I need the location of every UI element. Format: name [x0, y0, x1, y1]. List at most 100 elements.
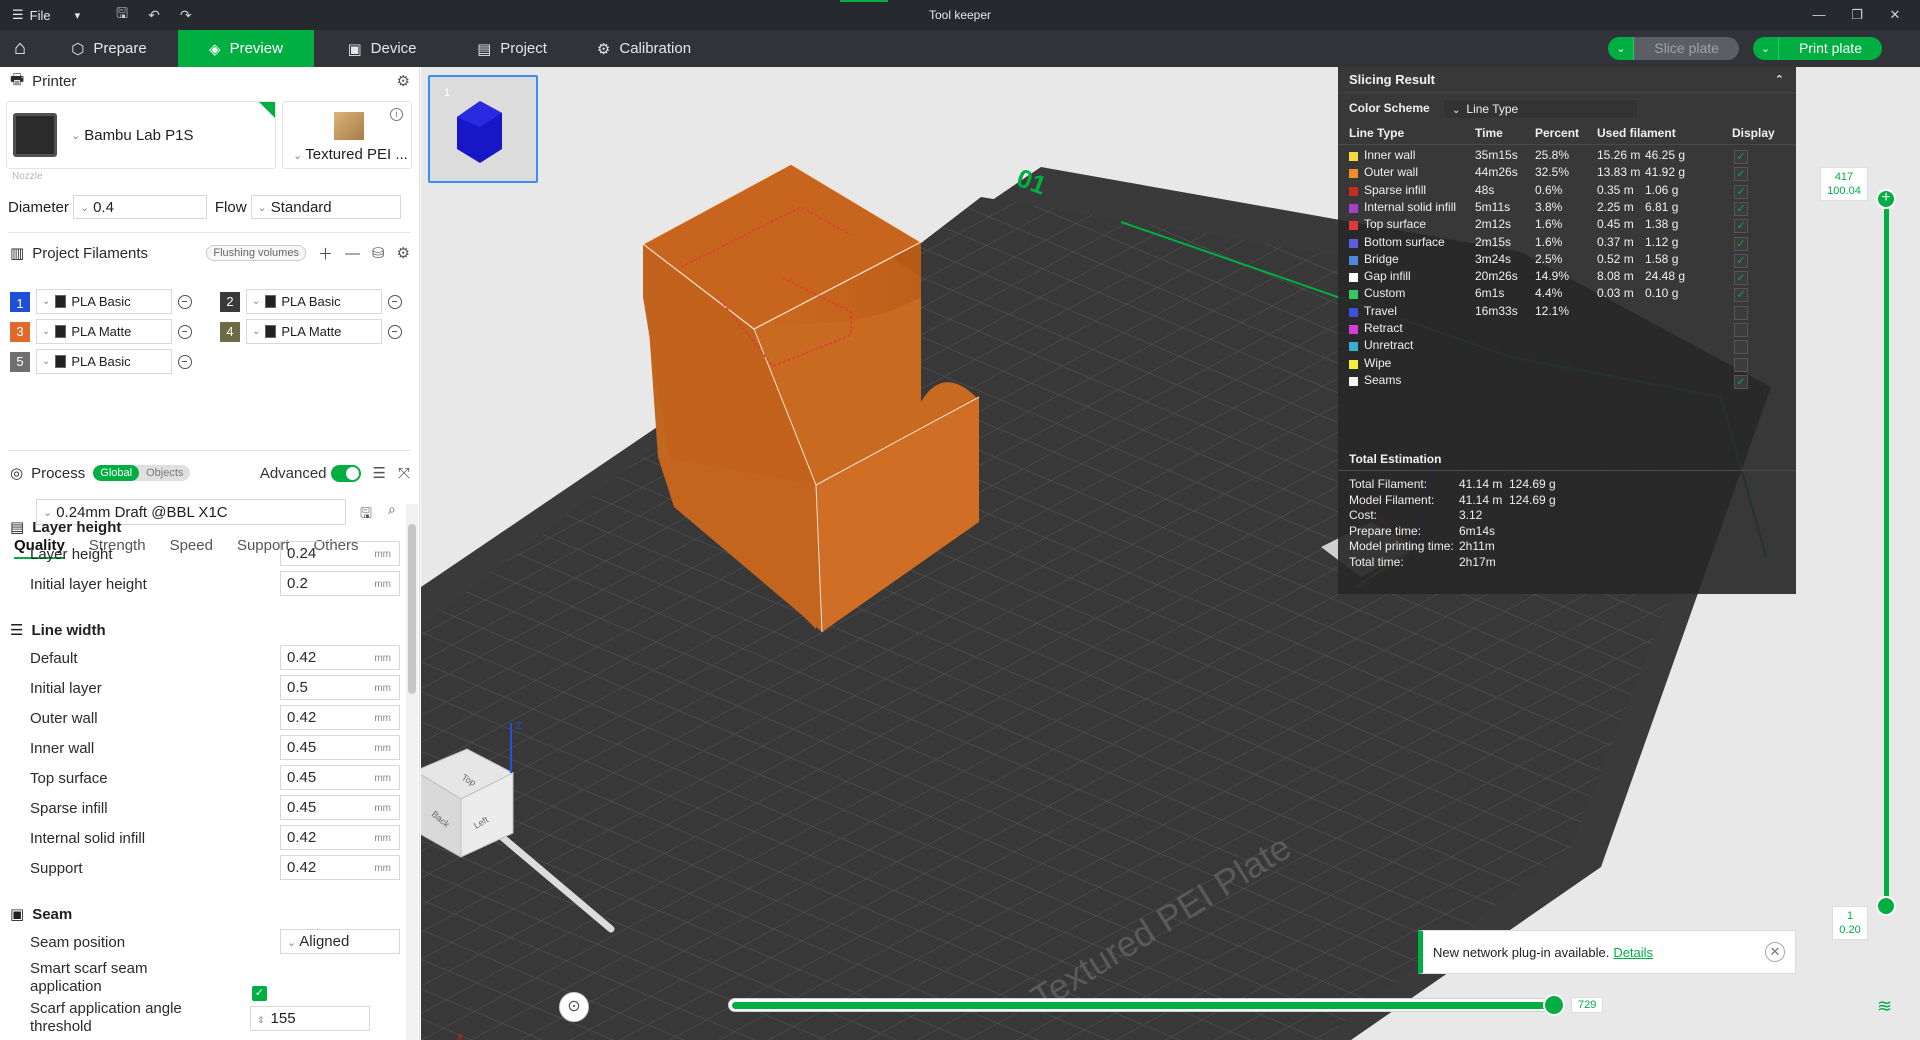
notification-details-link[interactable]: Details: [1613, 945, 1653, 960]
total-label: Cost:: [1349, 508, 1378, 522]
filament-select[interactable]: ⌄ PLA Basic: [36, 289, 172, 314]
filament-select[interactable]: ⌄ PLA Basic: [246, 289, 382, 314]
line-type-name: Bottom surface: [1364, 234, 1445, 249]
camera-fit-icon[interactable]: ⊙: [559, 992, 589, 1022]
slice-plate-button[interactable]: ⌄ Slice plate: [1608, 37, 1739, 60]
display-checkbox[interactable]: ✓: [1734, 201, 1748, 216]
display-checkbox[interactable]: ✓: [1734, 236, 1748, 251]
seam-position-select[interactable]: ⌄ Aligned: [280, 929, 400, 954]
move-slider-handle[interactable]: [1543, 994, 1565, 1016]
display-checkbox[interactable]: ✓: [1734, 288, 1748, 303]
color-scheme-select[interactable]: ⌄ Line Type: [1443, 99, 1638, 119]
compare-icon[interactable]: ⤧: [398, 465, 410, 482]
line-type-swatch: [1349, 169, 1358, 179]
line-width-input[interactable]: 0.45 mm: [280, 765, 400, 790]
layer-height-input[interactable]: 0.24 mm: [280, 541, 400, 566]
close-icon[interactable]: ✕: [1876, 0, 1914, 30]
chevron-down-icon[interactable]: ⌄: [1608, 37, 1635, 60]
filament-select[interactable]: ⌄ PLA Basic: [36, 349, 172, 374]
move-slider-track[interactable]: [728, 998, 1558, 1012]
stack-icon[interactable]: ≋: [1877, 996, 1892, 1017]
remove-filament-icon[interactable]: [178, 324, 192, 339]
filament-number[interactable]: 2: [220, 291, 240, 312]
filament-number[interactable]: 4: [220, 321, 240, 342]
minimize-icon[interactable]: —: [1800, 0, 1838, 30]
layer-slider-track[interactable]: [1884, 198, 1889, 906]
tab-project[interactable]: ▤ Project: [450, 30, 574, 67]
collapse-icon[interactable]: ⌃: [1775, 73, 1784, 86]
layer-slider-bottom-handle[interactable]: [1876, 896, 1896, 916]
line-type-swatch: [1349, 186, 1358, 196]
display-checkbox[interactable]: ✓: [1734, 374, 1748, 389]
layer-slider-top-handle[interactable]: +: [1876, 189, 1896, 209]
line-width-input[interactable]: 0.5 mm: [280, 675, 400, 700]
add-icon[interactable]: ＋: [318, 243, 333, 264]
gear-icon[interactable]: ⚙: [397, 72, 410, 90]
filament-number[interactable]: 5: [10, 351, 30, 372]
display-checkbox[interactable]: ✓: [1734, 167, 1748, 182]
setting-value: 0.42: [287, 649, 317, 666]
objects-option[interactable]: Objects: [139, 465, 190, 481]
line-width-input[interactable]: 0.45 mm: [280, 735, 400, 760]
undo-icon[interactable]: ↶: [138, 7, 170, 24]
display-checkbox[interactable]: ✓: [1734, 271, 1748, 286]
settings-scrollbar[interactable]: [406, 504, 418, 1040]
tab-prepare[interactable]: ⬡ Prepare: [40, 30, 178, 67]
line-width-input[interactable]: 0.42 mm: [280, 825, 400, 850]
remove-filament-icon[interactable]: [388, 324, 402, 339]
line-width-row: Inner wall 0.45 mm: [30, 735, 400, 760]
flow-select[interactable]: ⌄ Standard: [250, 195, 401, 219]
print-plate-button[interactable]: ⌄ Print plate: [1752, 37, 1882, 60]
display-checkbox[interactable]: ✓: [1734, 253, 1748, 268]
home-icon[interactable]: ⌂: [0, 30, 40, 67]
restore-icon[interactable]: ❐: [1838, 0, 1876, 30]
sync-filament-icon[interactable]: ⛁: [372, 244, 385, 262]
chevron-down-icon[interactable]: ⌄: [1752, 37, 1779, 60]
line-width-input[interactable]: 0.42 mm: [280, 645, 400, 670]
save-icon[interactable]: 🖫: [106, 3, 138, 27]
list-icon[interactable]: ☰: [373, 464, 386, 482]
filament-number[interactable]: 1: [10, 291, 30, 312]
tab-preview[interactable]: ◈ Preview: [178, 30, 314, 67]
scarf-angle-stepper[interactable]: ⇕ 155: [250, 1006, 370, 1031]
display-checkbox[interactable]: [1734, 340, 1748, 355]
tab-device[interactable]: ▣ Device: [314, 30, 450, 67]
printer-selector[interactable]: ⌄ Bambu Lab P1S: [6, 101, 276, 169]
layer-height-group: ▤ Layer height: [10, 518, 121, 537]
plate-type-selector[interactable]: i ⌄ Textured PEI ...: [282, 101, 412, 169]
stepper-icon[interactable]: ⇕: [257, 1015, 265, 1025]
remove-filament-icon[interactable]: [178, 354, 192, 369]
initial-layer-height-input[interactable]: 0.2 mm: [280, 571, 400, 596]
gear-icon[interactable]: ⚙: [397, 244, 410, 262]
global-objects-toggle[interactable]: Global Objects: [93, 465, 191, 481]
remove-filament-icon[interactable]: [178, 294, 192, 309]
close-icon[interactable]: ✕: [1765, 942, 1785, 962]
tab-calibration[interactable]: ⚙ Calibration: [574, 30, 714, 67]
display-checkbox[interactable]: ✓: [1734, 219, 1748, 234]
line-width-input[interactable]: 0.45 mm: [280, 795, 400, 820]
advanced-toggle[interactable]: [330, 464, 361, 482]
filament-number[interactable]: 3: [10, 321, 30, 342]
display-checkbox[interactable]: [1734, 323, 1748, 337]
display-checkbox[interactable]: ✓: [1734, 150, 1748, 164]
smart-scarf-checkbox[interactable]: ✓: [252, 986, 267, 1001]
display-checkbox[interactable]: [1734, 305, 1748, 320]
line-width-input[interactable]: 0.42 mm: [280, 705, 400, 730]
filament-select[interactable]: ⌄ PLA Matte: [246, 319, 382, 344]
flushing-volumes-button[interactable]: Flushing volumes: [206, 245, 306, 261]
display-checkbox[interactable]: [1734, 357, 1748, 372]
tab-prepare-label: Prepare: [93, 40, 147, 57]
line-width-input[interactable]: 0.42 mm: [280, 855, 400, 880]
diameter-select[interactable]: ⌄ 0.4: [72, 195, 207, 219]
global-option[interactable]: Global: [93, 465, 140, 481]
remove-icon[interactable]: —: [345, 245, 360, 262]
filament-select[interactable]: ⌄ PLA Matte: [36, 319, 172, 344]
scrollbar-thumb[interactable]: [408, 524, 416, 694]
info-icon[interactable]: i: [390, 108, 403, 121]
remove-filament-icon[interactable]: [388, 294, 402, 309]
diameter-label: Diameter: [8, 198, 69, 216]
redo-icon[interactable]: ↷: [170, 7, 202, 24]
file-menu[interactable]: ☰ File ▾: [0, 7, 80, 23]
plate-thumbnail[interactable]: 1: [428, 75, 538, 183]
display-checkbox[interactable]: ✓: [1734, 184, 1748, 199]
